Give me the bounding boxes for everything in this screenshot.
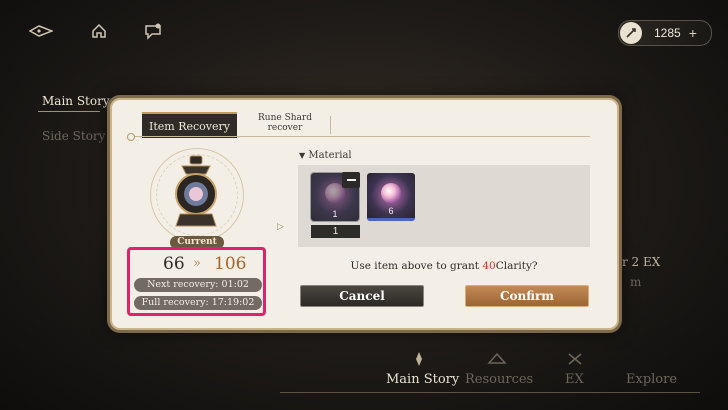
tab-separator: [330, 116, 331, 134]
cancel-button[interactable]: Cancel: [300, 285, 424, 307]
grant-prompt: Use item above to grant 40Clarity?: [298, 260, 590, 272]
crystal-icon: [381, 183, 401, 203]
prompt-text: Use item above to grant: [350, 260, 483, 272]
material-item-2[interactable]: 6: [367, 173, 415, 221]
prompt-resource: Clarity?: [495, 260, 538, 272]
bottom-nav-ex[interactable]: EX: [565, 372, 584, 387]
decrease-quantity-button[interactable]: [342, 172, 360, 188]
back-arrow-icon[interactable]: [28, 18, 54, 44]
currency-icon: [620, 22, 642, 44]
item-count: 6: [388, 206, 394, 216]
selected-quantity: 1: [311, 225, 360, 238]
lamp-icon: [166, 152, 226, 234]
resources-icon: [486, 350, 508, 368]
currency-value: 1285: [654, 26, 681, 40]
bottom-nav-main-story[interactable]: Main Story: [386, 372, 459, 387]
tab-line-ornament: [127, 133, 135, 141]
ex-icon: [564, 350, 586, 368]
bottom-nav-explore[interactable]: Explore: [626, 372, 677, 387]
currency-counter: 1285 +: [618, 20, 712, 46]
bg-stage-fragment: r 2 EX: [622, 255, 661, 269]
bg-stage-fragment-2: m: [630, 275, 642, 289]
item-count: 1: [332, 209, 338, 219]
highlight-box: [127, 247, 266, 316]
bg-nav-main-story[interactable]: Main Story: [42, 94, 110, 108]
main-story-icon: [408, 350, 430, 368]
bottom-divider: [280, 392, 700, 393]
material-label: Material: [308, 150, 352, 161]
home-icon[interactable]: [86, 18, 112, 44]
tab-item-recovery[interactable]: Item Recovery: [142, 112, 237, 138]
chat-icon[interactable]: [140, 18, 166, 44]
expand-arrow-icon: ▷: [277, 222, 284, 232]
add-currency-button[interactable]: +: [689, 25, 697, 41]
bg-nav-side-story[interactable]: Side Story: [42, 129, 105, 143]
minus-icon: [346, 179, 356, 181]
tab-underline: [130, 136, 590, 137]
tab-rune-shard-recover[interactable]: Rune Shard recover: [245, 113, 325, 133]
prompt-amount: 40: [482, 260, 496, 272]
diamond-bullet-icon: ▼: [299, 151, 306, 160]
bottom-nav-resources[interactable]: Resources: [465, 372, 533, 387]
confirm-button[interactable]: Confirm: [465, 285, 589, 307]
material-header: ▼ Material: [299, 150, 352, 161]
